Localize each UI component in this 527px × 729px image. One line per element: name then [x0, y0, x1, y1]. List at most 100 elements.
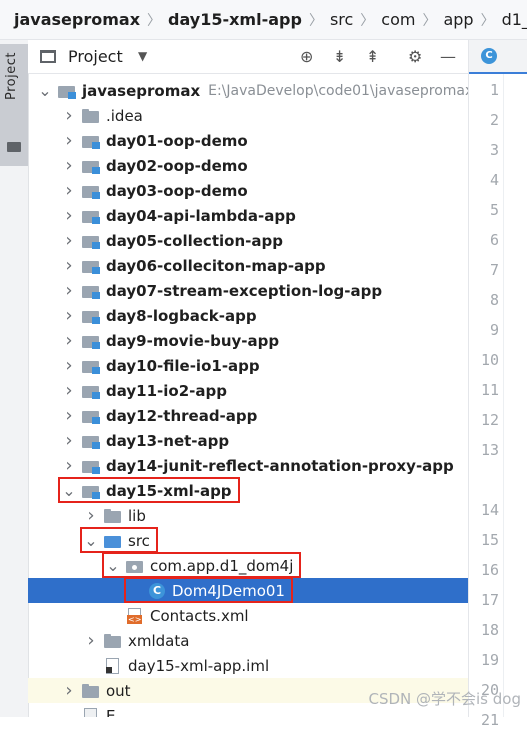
- project-panel-header: Project ▼ ⊕ ⇟ ⇞ ⚙ —: [28, 40, 468, 74]
- tree-item[interactable]: Contacts.xml: [28, 603, 468, 628]
- tree-item-label: day15-xml-app: [106, 481, 232, 500]
- module-folder-icon: [82, 258, 100, 274]
- package-icon: [126, 558, 144, 574]
- folder-icon: [104, 633, 122, 649]
- tree-item[interactable]: › day04-api-lambda-app: [28, 203, 468, 228]
- expand-arrow-right-icon[interactable]: ›: [62, 355, 76, 376]
- expand-arrow-right-icon[interactable]: ›: [84, 505, 98, 526]
- module-folder-icon: [82, 483, 100, 499]
- collapse-all-icon[interactable]: ⇞: [366, 47, 379, 66]
- tree-item[interactable]: › day14-junit-reflect-annotation-proxy-ap…: [28, 453, 468, 478]
- tree-item[interactable]: › day03-oop-demo: [28, 178, 468, 203]
- project-tree: ⌄ javasepromax E:\JavaDevelop\code01\javas…: [28, 74, 468, 717]
- line-number: 14: [480, 501, 499, 519]
- tree-item[interactable]: › day12-thread-app: [28, 403, 468, 428]
- gutter-divider: [503, 74, 504, 717]
- tree-item[interactable]: › day07-stream-exception-log-app: [28, 278, 468, 303]
- tree-item[interactable]: › .idea: [28, 103, 468, 128]
- project-folder-icon: [58, 83, 76, 99]
- tree-item-label: com.app.d1_dom4j: [150, 556, 294, 575]
- tree-item[interactable]: ⌄ src: [28, 528, 468, 553]
- module-folder-icon: [82, 333, 100, 349]
- expand-arrow-right-icon[interactable]: ›: [62, 305, 76, 326]
- tree-item-label: day9-movie-buy-app: [106, 331, 280, 350]
- expand-arrow-right-icon[interactable]: ›: [62, 430, 76, 451]
- tree-item[interactable]: › day11-io2-app: [28, 378, 468, 403]
- expand-arrow-right-icon[interactable]: ›: [62, 205, 76, 226]
- tree-item[interactable]: › day9-movie-buy-app: [28, 328, 468, 353]
- expand-arrow-right-icon[interactable]: ›: [62, 380, 76, 401]
- module-folder-icon: [82, 383, 100, 399]
- gear-icon[interactable]: ⚙: [408, 47, 422, 66]
- expand-arrow-right-icon[interactable]: ›: [62, 130, 76, 151]
- tree-item[interactable]: › day01-oop-demo: [28, 128, 468, 153]
- line-number: 4: [489, 171, 499, 189]
- tree-item-label: day02-oop-demo: [106, 156, 248, 175]
- crosshair-icon[interactable]: ⊕: [300, 47, 313, 66]
- module-folder-icon: [82, 183, 100, 199]
- chevron-right-icon: 〉: [422, 12, 437, 29]
- folder-icon: [82, 108, 100, 124]
- module-folder-icon: [82, 358, 100, 374]
- breadcrumb-item[interactable]: app: [443, 10, 473, 29]
- tree-item[interactable]: › day02-oop-demo: [28, 153, 468, 178]
- module-folder-icon: [82, 208, 100, 224]
- iml-file-icon: [104, 657, 122, 674]
- expand-arrow-down-icon[interactable]: ⌄: [84, 532, 98, 548]
- source-folder-icon: [104, 533, 122, 549]
- expand-arrow-right-icon[interactable]: ›: [62, 255, 76, 276]
- tree-item[interactable]: › day10-file-io1-app: [28, 353, 468, 378]
- expand-arrow-right-icon[interactable]: ›: [62, 155, 76, 176]
- tree-item[interactable]: › day8-logback-app: [28, 303, 468, 328]
- tree-item[interactable]: C Dom4JDemo01: [28, 578, 468, 603]
- breadcrumb-item[interactable]: d1_dom4j: [502, 10, 527, 29]
- tree-item[interactable]: › lib: [28, 503, 468, 528]
- expand-arrow-right-icon[interactable]: ›: [62, 105, 76, 126]
- tree-item[interactable]: ⌄ day15-xml-app: [28, 478, 468, 503]
- breadcrumb-item[interactable]: day15-xml-app: [168, 10, 302, 29]
- tree-item[interactable]: › day06-colleciton-map-app: [28, 253, 468, 278]
- expand-arrow-right-icon[interactable]: ›: [62, 330, 76, 351]
- editor-tab[interactable]: C: [469, 40, 527, 74]
- breadcrumb-item[interactable]: com: [381, 10, 415, 29]
- tree-item[interactable]: › day13-net-app: [28, 428, 468, 453]
- chevron-down-icon[interactable]: ▼: [138, 49, 147, 63]
- expand-arrow-right-icon[interactable]: ›: [62, 680, 76, 701]
- chevron-right-icon: 〉: [308, 12, 323, 29]
- tool-window-strip: Project: [0, 40, 29, 717]
- tree-item-label: day01-oop-demo: [106, 131, 248, 150]
- line-number: 21: [480, 711, 499, 729]
- tree-item[interactable]: › xmldata: [28, 628, 468, 653]
- project-icon: [40, 50, 56, 63]
- expand-arrow-right-icon[interactable]: ›: [62, 455, 76, 476]
- line-number: 17: [480, 591, 499, 609]
- minimize-icon[interactable]: —: [440, 47, 456, 66]
- line-number: 6: [489, 231, 499, 249]
- expand-arrow-down-icon[interactable]: ⌄: [106, 557, 120, 573]
- project-tool-tab[interactable]: Project: [0, 44, 28, 166]
- folder-icon: [104, 508, 122, 524]
- module-folder-icon: [82, 408, 100, 424]
- line-number: 3: [489, 141, 499, 159]
- expand-arrow-right-icon[interactable]: ›: [62, 405, 76, 426]
- folder-icon: [7, 142, 21, 152]
- tree-item[interactable]: ⌄ com.app.d1_dom4j: [28, 553, 468, 578]
- breadcrumb: javasepromax 〉 day15-xml-app 〉 src 〉 com 〉 app 〉 d…: [0, 0, 527, 40]
- watermark: CSDN @学不会is dog: [368, 690, 521, 708]
- expand-arrow-down-icon[interactable]: ⌄: [38, 82, 52, 98]
- expand-arrow-right-icon[interactable]: ›: [84, 630, 98, 651]
- expand-all-icon[interactable]: ⇟: [333, 47, 346, 66]
- module-folder-icon: [82, 283, 100, 299]
- breadcrumb-item[interactable]: src: [330, 10, 353, 29]
- tree-item[interactable]: ⌄ javasepromax E:\JavaDevelop\code01\javas…: [28, 78, 468, 103]
- expand-arrow-down-icon[interactable]: ⌄: [62, 482, 76, 498]
- expand-arrow-right-icon[interactable]: ›: [62, 280, 76, 301]
- tree-item-label: day15-xml-app.iml: [128, 656, 270, 675]
- expand-arrow-right-icon[interactable]: ›: [62, 180, 76, 201]
- tree-item[interactable]: › day05-collection-app: [28, 228, 468, 253]
- expand-arrow-right-icon[interactable]: ›: [62, 230, 76, 251]
- line-number: 2: [489, 111, 499, 129]
- line-number: 11: [480, 381, 499, 399]
- tree-item[interactable]: day15-xml-app.iml: [28, 653, 468, 678]
- breadcrumb-item[interactable]: javasepromax: [14, 10, 140, 29]
